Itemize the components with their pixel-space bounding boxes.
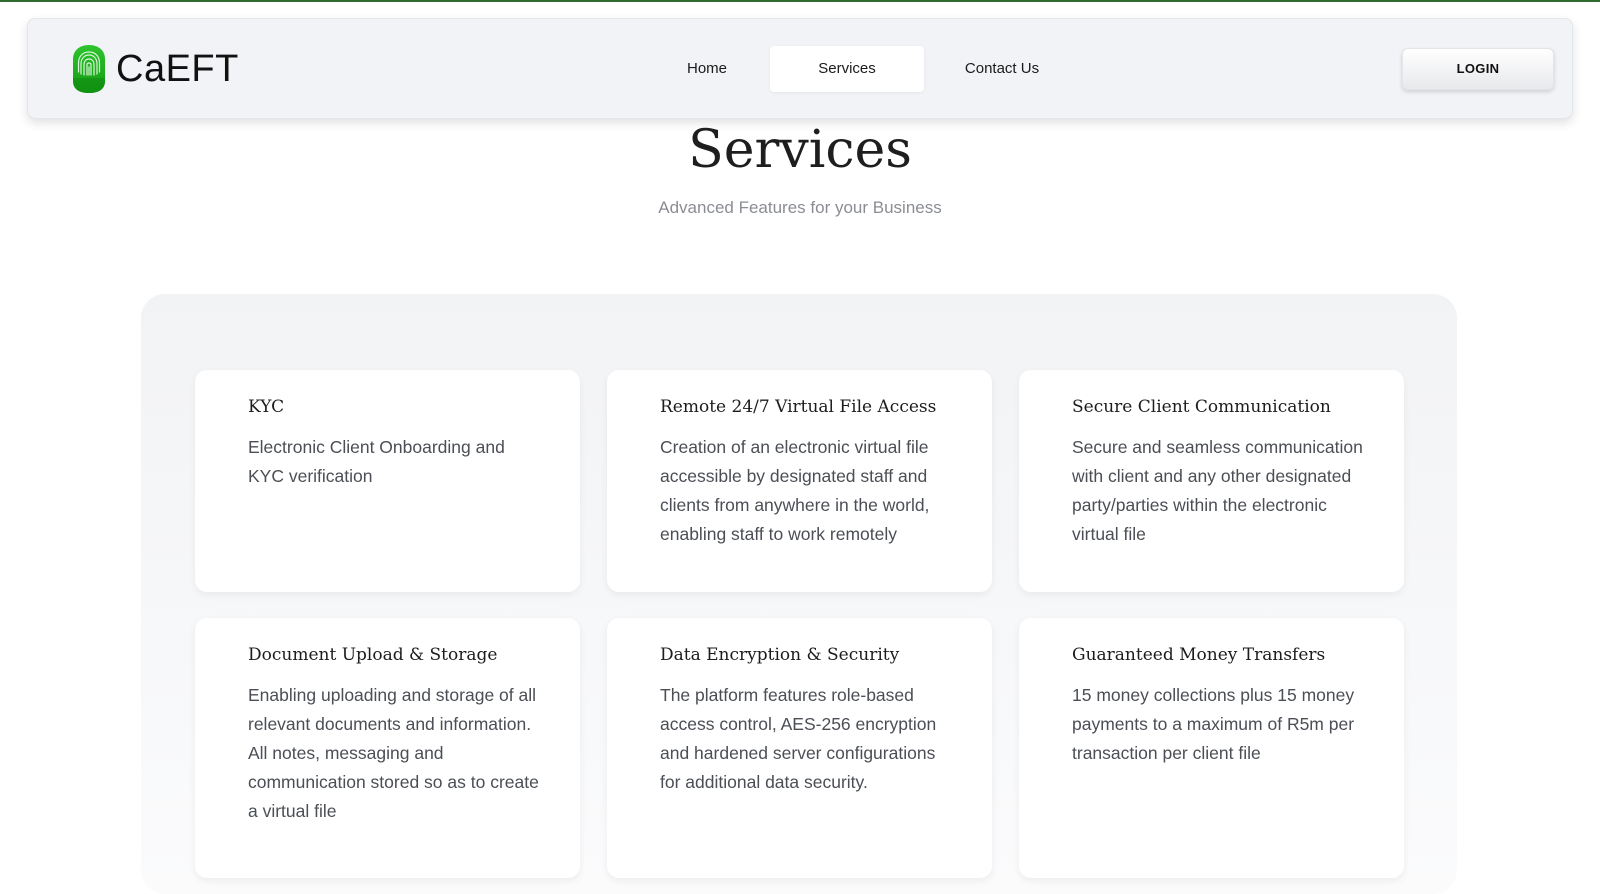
service-card-description: Enabling uploading and storage of all re… [248,685,539,821]
service-card-description: The platform features role-based access … [660,685,937,792]
navbar: CaEFT Home Services Contact Us LOGIN [27,18,1573,119]
page-subtitle: Advanced Features for your Business [658,198,942,217]
top-accent-line [0,0,1600,2]
service-card-data-encryption: Data Encryption & Security The platform … [607,618,992,878]
main-nav: Home Services Contact Us [655,46,1080,92]
fingerprint-shield-icon [73,45,105,93]
service-card-money-transfers: Guaranteed Money Transfers 15 money coll… [1019,618,1404,878]
page-title: Services [688,120,912,180]
nav-contact-link[interactable]: Contact Us [924,46,1080,92]
brand-name: CaEFT [116,47,239,90]
service-card-title: Document Upload & Storage [248,645,498,665]
nav-home-link[interactable]: Home [655,46,759,92]
service-card-description: 15 money collections plus 15 money payme… [1072,685,1355,763]
service-card-title: KYC [248,397,285,417]
service-card-title: Remote 24/7 Virtual File Access [660,397,937,417]
service-card-description: Electronic Client Onboarding and KYC ver… [248,437,505,486]
nav-services-link[interactable]: Services [770,46,924,92]
brand-logo[interactable]: CaEFT [71,44,239,94]
service-card-kyc: KYC Electronic Client Onboarding and KYC… [195,370,580,592]
service-card-description: Creation of an electronic virtual file a… [660,437,930,544]
service-card-description: Secure and seamless communication with c… [1072,437,1363,544]
service-card-virtual-file-access: Remote 24/7 Virtual File Access Creation… [607,370,992,592]
service-card-document-upload: Document Upload & Storage Enabling uploa… [195,618,580,878]
service-card-title: Data Encryption & Security [660,645,900,665]
service-card-secure-communication: Secure Client Communication Secure and s… [1019,370,1404,592]
service-card-title: Guaranteed Money Transfers [1072,645,1326,665]
service-card-title: Secure Client Communication [1072,397,1331,417]
login-button[interactable]: LOGIN [1402,48,1554,90]
